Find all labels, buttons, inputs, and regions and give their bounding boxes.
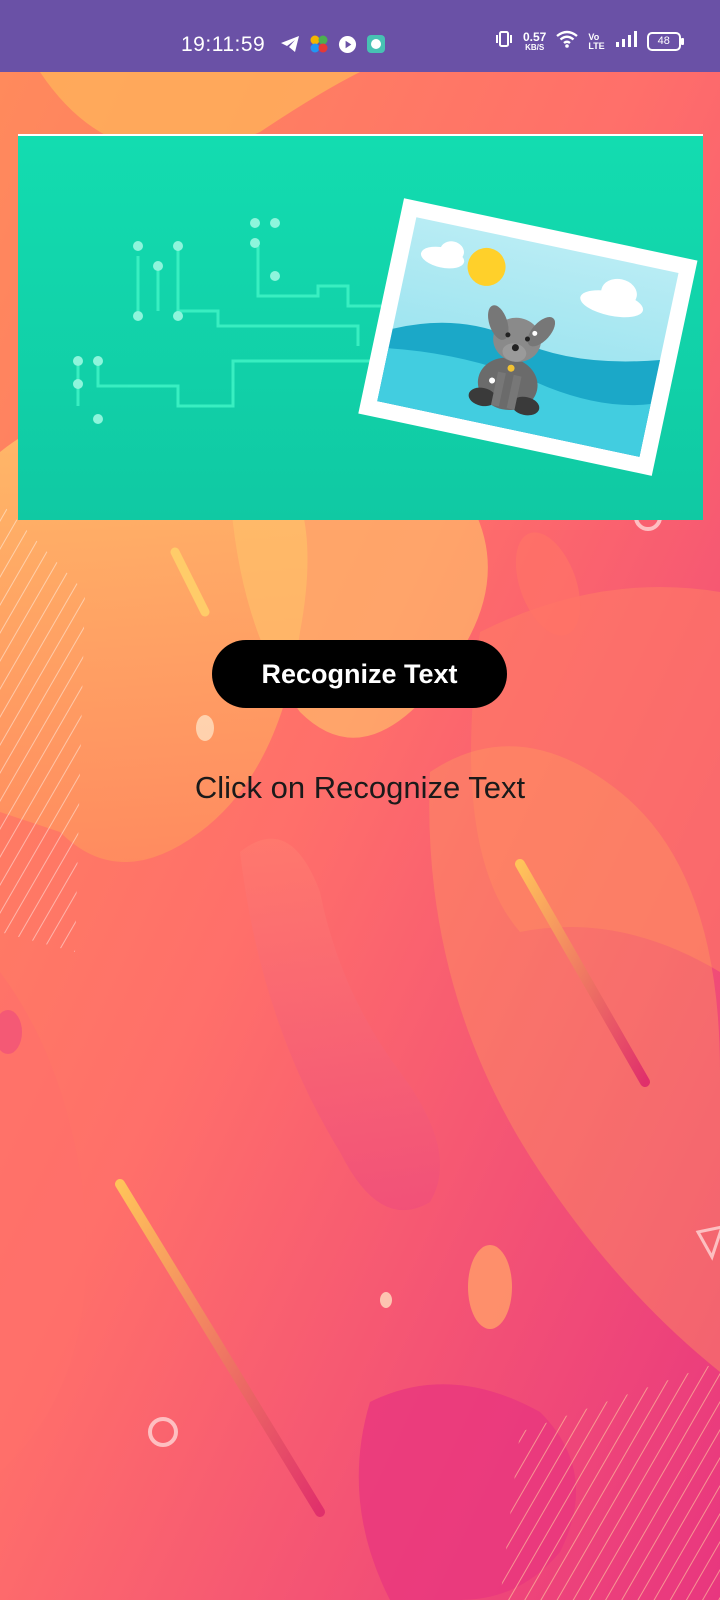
status-bar: 19:11:59 0.57 KB/S Vo LTE 48: [0, 0, 720, 72]
network-speed: 0.57 KB/S: [523, 31, 546, 52]
play-icon: [338, 35, 357, 59]
speed-value: 0.57: [523, 30, 547, 44]
chat-app-icon: [366, 34, 386, 59]
battery-icon: 48: [646, 32, 684, 51]
result-text: Click on Recognize Text: [194, 770, 526, 805]
status-time: 19:11:59: [181, 33, 266, 56]
system-icons: 0.57 KB/S Vo LTE 48: [495, 30, 684, 53]
speed-unit: KB/S: [525, 43, 545, 52]
signal-icon: [615, 30, 637, 53]
telegram-icon: [280, 35, 300, 58]
pinwheel-app-icon: [309, 34, 329, 59]
volte-bottom: LTE: [588, 40, 605, 51]
volte-indicator: Vo LTE: [588, 32, 605, 51]
banner-image: [18, 134, 703, 520]
recognize-text-button[interactable]: Recognize Text: [212, 640, 507, 708]
wifi-icon: [556, 30, 579, 53]
notification-icons: [280, 34, 386, 59]
vibrate-icon: [495, 30, 513, 53]
